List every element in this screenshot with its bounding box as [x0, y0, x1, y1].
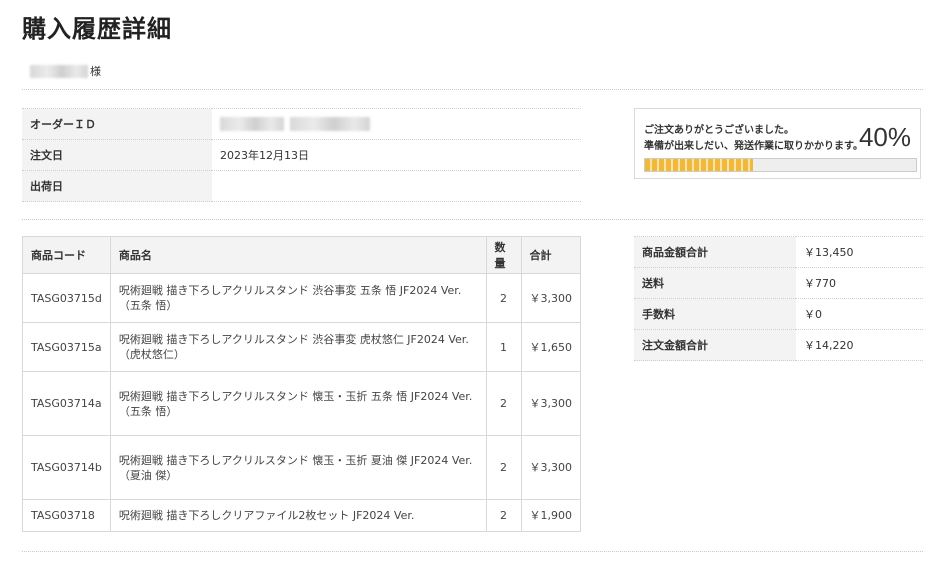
product-name: 呪術廻戦 描き下ろしアクリルスタンド 懐玉・玉折 五条 悟 JF2024 Ver…: [109, 371, 487, 436]
subtotal-value: ￥13,450: [796, 236, 923, 268]
shipping-value: ￥770: [796, 267, 923, 299]
product-quantity: 2: [485, 435, 522, 500]
product-name: 呪術廻戦 描き下ろしアクリルスタンド 懐玉・玉折 夏油 傑 JF2024 Ver…: [109, 435, 487, 500]
grand-total-row: 注文金額合計 ￥14,220: [634, 329, 923, 361]
product-title: 呪術廻戦 描き下ろしアクリルスタンド 渋谷事変 虎杖悠仁 JF2024 Ver.: [118, 333, 469, 346]
product-name: 呪術廻戦 描き下ろしクリアファイル2枚セット JF2024 Ver.: [109, 499, 487, 532]
product-title: 呪術廻戦 描き下ろしアクリルスタンド 渋谷事変 五条 悟 JF2024 Ver.: [118, 284, 462, 297]
header-quantity: 数量: [485, 236, 522, 274]
product-variant: （五条 悟）: [118, 299, 178, 312]
table-row: TASG03715a 呪術廻戦 描き下ろしアクリルスタンド 渋谷事変 虎杖悠仁 …: [22, 322, 581, 372]
product-name: 呪術廻戦 描き下ろしアクリルスタンド 渋谷事変 虎杖悠仁 JF2024 Ver.…: [109, 322, 487, 372]
product-total: ￥1,650: [520, 322, 581, 372]
header-product-code: 商品コード: [22, 236, 111, 274]
product-code: TASG03718: [22, 499, 111, 532]
progress-percent: 40%: [858, 122, 911, 152]
order-id-value: [212, 108, 581, 140]
product-total: ￥3,300: [520, 435, 581, 500]
shipping-label: 送料: [634, 267, 796, 299]
divider: [22, 551, 923, 552]
product-title: 呪術廻戦 描き下ろしアクリルスタンド 懐玉・玉折 夏油 傑 JF2024 Ver…: [118, 453, 473, 467]
table-row: TASG03715d 呪術廻戦 描き下ろしアクリルスタンド 渋谷事変 五条 悟 …: [22, 273, 581, 323]
product-title: 呪術廻戦 描き下ろしクリアファイル2枚セット JF2024 Ver.: [118, 509, 415, 522]
product-total: ￥3,300: [520, 273, 581, 323]
grand-total-label: 注文金額合計: [634, 329, 796, 361]
product-variant: （虎杖悠仁）: [118, 348, 185, 361]
ship-date-value: [212, 170, 581, 202]
customer-honorific: 様: [90, 65, 101, 78]
progress-message-line1: ご注文ありがとうございました。: [644, 125, 794, 136]
shipping-row: 送料 ￥770: [634, 267, 923, 299]
table-row: TASG03714a 呪術廻戦 描き下ろしアクリルスタンド 懐玉・玉折 五条 悟…: [22, 371, 581, 436]
progress-bar-fill: [645, 159, 754, 171]
product-total: ￥1,900: [520, 499, 581, 532]
items-header-row: 商品コード 商品名 数量 合計: [22, 236, 581, 274]
product-variant: （五条 悟）: [118, 404, 178, 418]
subtotal-label: 商品金額合計: [634, 236, 796, 268]
order-id-row: オーダーＩＤ: [22, 108, 581, 140]
fee-value: ￥0: [796, 298, 923, 330]
customer-name: 様: [30, 63, 101, 79]
order-date-label: 注文日: [22, 139, 212, 171]
order-date-row: 注文日 2023年12月13日: [22, 139, 581, 171]
order-date-value: 2023年12月13日: [212, 139, 581, 171]
redacted-order-id: [220, 117, 284, 131]
product-total: ￥3,300: [520, 371, 581, 436]
divider: [22, 89, 923, 90]
product-code: TASG03715d: [22, 273, 111, 323]
product-quantity: 2: [485, 499, 522, 532]
fee-row: 手数料 ￥0: [634, 298, 923, 330]
subtotal-row: 商品金額合計 ￥13,450: [634, 236, 923, 268]
order-id-label: オーダーＩＤ: [22, 108, 212, 140]
order-items-table: 商品コード 商品名 数量 合計 TASG03715d 呪術廻戦 描き下ろしアクリ…: [22, 236, 581, 532]
progress-bar: [644, 158, 917, 172]
page-title: 購入履歴詳細: [22, 15, 172, 43]
progress-message-line2: 準備が出来しだい、発送作業に取りかかります。: [644, 141, 863, 152]
table-row: TASG03714b 呪術廻戦 描き下ろしアクリルスタンド 懐玉・玉折 夏油 傑…: [22, 435, 581, 500]
order-progress-panel: ご注文ありがとうございました。 準備が出来しだい、発送作業に取りかかります。 4…: [634, 108, 921, 179]
product-quantity: 2: [485, 371, 522, 436]
product-variant: （夏油 傑）: [118, 468, 178, 482]
fee-label: 手数料: [634, 298, 796, 330]
progress-message: ご注文ありがとうございました。 準備が出来しだい、発送作業に取りかかります。: [644, 123, 863, 155]
ship-date-row: 出荷日: [22, 170, 581, 202]
divider: [22, 219, 923, 220]
product-code: TASG03714b: [22, 435, 111, 500]
product-code: TASG03714a: [22, 371, 111, 436]
table-row: TASG03718 呪術廻戦 描き下ろしクリアファイル2枚セット JF2024 …: [22, 499, 581, 532]
product-name: 呪術廻戦 描き下ろしアクリルスタンド 渋谷事変 五条 悟 JF2024 Ver.…: [109, 273, 487, 323]
header-product-name: 商品名: [109, 236, 487, 274]
product-title: 呪術廻戦 描き下ろしアクリルスタンド 懐玉・玉折 五条 悟 JF2024 Ver…: [118, 389, 473, 403]
header-total: 合計: [520, 236, 581, 274]
product-code: TASG03715a: [22, 322, 111, 372]
redacted-name: [30, 64, 88, 78]
order-totals-table: 商品金額合計 ￥13,450 送料 ￥770 手数料 ￥0 注文金額合計 ￥14…: [634, 236, 923, 361]
product-quantity: 2: [485, 273, 522, 323]
ship-date-label: 出荷日: [22, 170, 212, 202]
product-quantity: 1: [485, 322, 522, 372]
grand-total-value: ￥14,220: [796, 329, 923, 361]
redacted-order-id: [290, 117, 370, 131]
order-info-table: オーダーＩＤ 注文日 2023年12月13日 出荷日: [22, 108, 581, 202]
